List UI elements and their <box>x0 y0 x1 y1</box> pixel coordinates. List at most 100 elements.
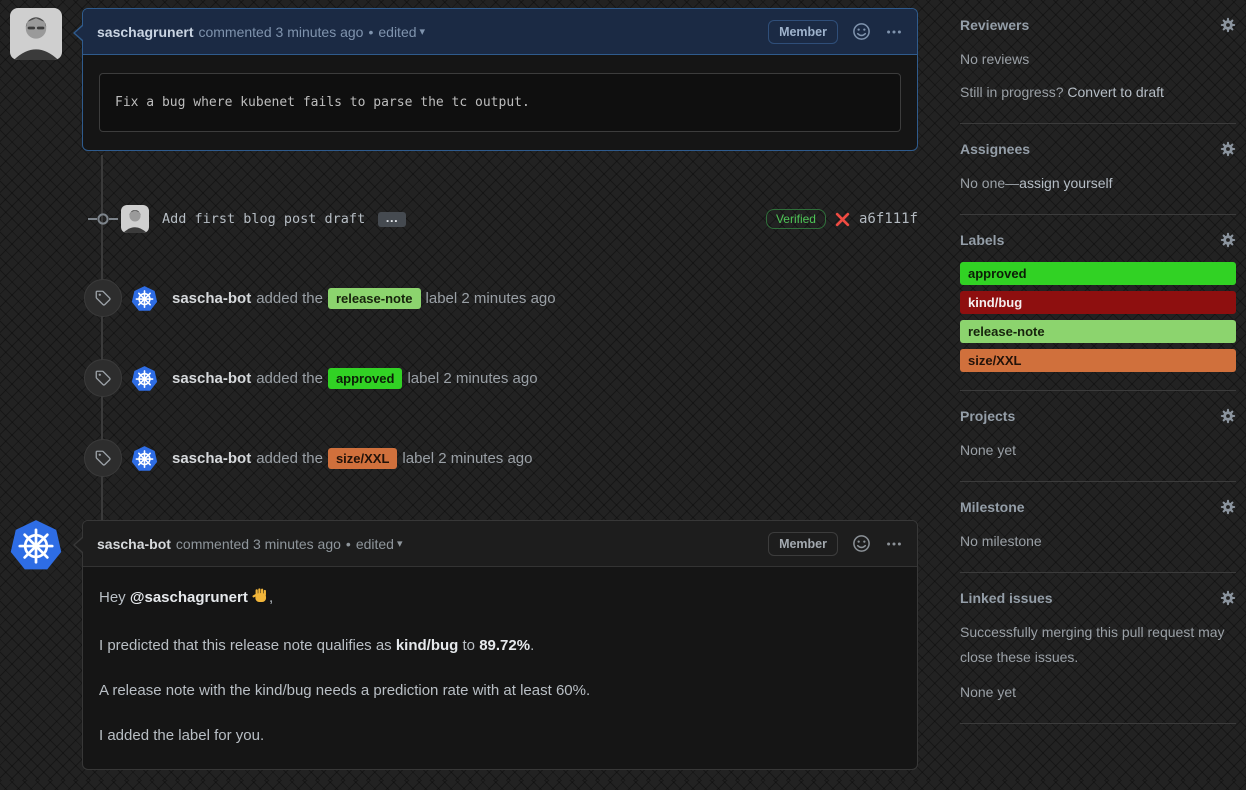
comment-saschagrunert: saschagrunert commented 3 minutes ago • … <box>82 8 918 151</box>
smiley-icon <box>852 534 871 553</box>
sidebar-label-release-note[interactable]: release-note <box>960 320 1236 343</box>
threshold-paragraph: A release note with the kind/bug needs a… <box>99 680 901 702</box>
labels-section: Labels approved kind/bug release-note si… <box>960 215 1236 391</box>
projects-title: Projects <box>960 408 1015 424</box>
milestone-section: Milestone No milestone <box>960 482 1236 573</box>
milestone-title: Milestone <box>960 499 1025 515</box>
comment-sascha-bot: sascha-bot commented 3 minutes ago • edi… <box>82 520 918 770</box>
person-portrait-icon <box>121 205 149 233</box>
comment-caret <box>73 536 83 554</box>
edited-label: edited <box>356 536 394 552</box>
reviewers-title: Reviewers <box>960 17 1029 33</box>
kebab-menu-button[interactable] <box>885 23 903 41</box>
projects-section: Projects None yet <box>960 391 1236 482</box>
member-badge[interactable]: Member <box>768 20 838 44</box>
convert-to-draft-link[interactable]: Convert to draft <box>1067 84 1164 100</box>
projects-gear-button[interactable] <box>1220 408 1236 424</box>
event-action: added the <box>256 290 323 307</box>
label-badge[interactable]: size/XXL <box>328 448 397 469</box>
label-event-release-note: sascha-bot added the release-note label … <box>84 279 918 317</box>
linked-issues-title: Linked issues <box>960 590 1053 606</box>
projects-empty-text: None yet <box>960 438 1236 463</box>
tag-icon <box>94 369 112 387</box>
assignees-empty-row: No one—assign yourself <box>960 171 1236 196</box>
sidebar-label-kind-bug[interactable]: kind/bug <box>960 291 1236 314</box>
label-badge[interactable]: release-note <box>328 288 421 309</box>
edited-dropdown[interactable]: edited ▾ <box>378 24 425 40</box>
avatar-saschagrunert[interactable] <box>10 8 62 60</box>
reviewers-section: Reviewers No reviews Still in progress? … <box>960 0 1236 124</box>
comment-author[interactable]: saschagrunert <box>97 24 193 40</box>
event-suffix: label 2 minutes ago <box>402 450 532 467</box>
verified-badge[interactable]: Verified <box>766 209 826 229</box>
commit-message-link[interactable]: Add first blog post draft <box>162 211 365 227</box>
assignees-gear-button[interactable] <box>1220 141 1236 157</box>
prediction-paragraph: I predicted that this release note quali… <box>99 635 901 657</box>
comment-body: Fix a bug where kubenet fails to parse t… <box>83 55 917 150</box>
reviewers-gear-button[interactable] <box>1220 17 1236 33</box>
tag-icon-circle <box>84 439 122 477</box>
kebab-icon <box>885 535 903 553</box>
reviewers-empty-text: No reviews <box>960 47 1236 72</box>
comment-header: sascha-bot commented 3 minutes ago • edi… <box>83 521 917 567</box>
event-actor[interactable]: sascha-bot <box>172 370 251 387</box>
emoji-reaction-button[interactable] <box>852 534 871 553</box>
gear-icon <box>1220 590 1236 606</box>
smiley-icon <box>852 22 871 41</box>
comment-header: saschagrunert commented 3 minutes ago • … <box>83 9 917 55</box>
label-event-approved: sascha-bot added the approved label 2 mi… <box>84 359 918 397</box>
avatar-sascha-bot[interactable] <box>9 518 63 572</box>
label-badge[interactable]: approved <box>328 368 403 389</box>
git-commit-icon <box>84 211 121 227</box>
sidebar: Reviewers No reviews Still in progress? … <box>960 0 1236 724</box>
milestone-empty-text: No milestone <box>960 529 1236 554</box>
commit-author-avatar[interactable] <box>121 205 149 233</box>
member-badge[interactable]: Member <box>768 532 838 556</box>
event-actor[interactable]: sascha-bot <box>172 450 251 467</box>
dot-separator: • <box>368 24 373 40</box>
event-action: added the <box>256 370 323 387</box>
sidebar-label-approved[interactable]: approved <box>960 262 1236 285</box>
bot-avatar[interactable] <box>131 365 158 392</box>
gear-icon <box>1220 232 1236 248</box>
comment-author[interactable]: sascha-bot <box>97 536 171 552</box>
person-portrait-icon <box>10 8 62 60</box>
gear-icon <box>1220 499 1236 515</box>
event-suffix: label 2 minutes ago <box>426 290 556 307</box>
tag-icon-circle <box>84 279 122 317</box>
sidebar-label-size-xxl[interactable]: size/XXL <box>960 349 1236 372</box>
tag-icon-circle <box>84 359 122 397</box>
tag-icon <box>94 449 112 467</box>
edited-dropdown[interactable]: edited ▾ <box>356 536 403 552</box>
gear-icon <box>1220 141 1236 157</box>
linked-issues-description: Successfully merging this pull request m… <box>960 620 1236 670</box>
milestone-gear-button[interactable] <box>1220 499 1236 515</box>
chevron-down-icon: ▾ <box>397 537 403 550</box>
failed-check-x-icon[interactable] <box>834 211 851 228</box>
bot-avatar[interactable] <box>131 445 158 472</box>
event-action: added the <box>256 450 323 467</box>
kebab-icon <box>885 23 903 41</box>
convert-to-draft-row: Still in progress? Convert to draft <box>960 80 1236 105</box>
labels-title: Labels <box>960 232 1004 248</box>
bot-avatar[interactable] <box>131 285 158 312</box>
assign-yourself-link[interactable]: assign yourself <box>1019 175 1112 191</box>
event-actor[interactable]: sascha-bot <box>172 290 251 307</box>
commit-hash-link[interactable]: a6f111f <box>859 211 918 227</box>
commit-expand-button[interactable]: … <box>378 212 406 227</box>
kebab-menu-button[interactable] <box>885 535 903 553</box>
comment-timestamp: commented 3 minutes ago <box>176 536 341 552</box>
comment-body: Hey @saschagrunert , I predicted that th… <box>83 567 917 790</box>
commit-event: Add first blog post draft … Verified a6f… <box>84 203 918 235</box>
chevron-down-icon: ▾ <box>420 25 426 38</box>
greeting-paragraph: Hey @saschagrunert , <box>99 587 901 612</box>
edited-label: edited <box>378 24 416 40</box>
mention-link[interactable]: @saschagrunert <box>130 589 248 606</box>
tag-icon <box>94 289 112 307</box>
emoji-reaction-button[interactable] <box>852 22 871 41</box>
linked-issues-section: Linked issues Successfully merging this … <box>960 573 1236 724</box>
linked-issues-gear-button[interactable] <box>1220 590 1236 606</box>
assignees-title: Assignees <box>960 141 1030 157</box>
labels-gear-button[interactable] <box>1220 232 1236 248</box>
assignees-section: Assignees No one—assign yourself <box>960 124 1236 215</box>
